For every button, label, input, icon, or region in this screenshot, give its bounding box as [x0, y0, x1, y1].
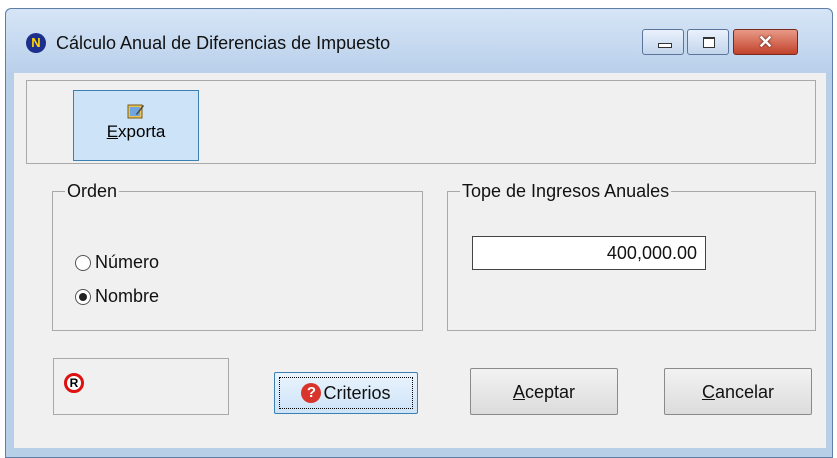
close-icon: ✕: [757, 32, 774, 52]
cancelar-label: Cancelar: [701, 382, 775, 402]
question-icon: ?: [301, 383, 322, 403]
radio-numero[interactable]: Número: [75, 252, 159, 273]
export-button[interactable]: Exporta: [73, 90, 199, 161]
orden-group: Orden Número Nombre: [52, 181, 423, 331]
radio-nombre-label: Nombre: [95, 286, 160, 306]
maximize-button[interactable]: [687, 29, 729, 55]
app-icon: N: [26, 33, 46, 53]
r-panel: R: [53, 358, 229, 415]
toolbar: Exporta: [26, 80, 816, 164]
radio-nombre[interactable]: Nombre: [75, 286, 159, 307]
cancelar-button[interactable]: Cancelar: [664, 368, 812, 415]
dialog-body: Exporta Orden Número Nombre Tope de Ingr…: [14, 73, 826, 448]
maximize-icon: [703, 37, 715, 48]
window-title: Cálculo Anual de Diferencias de Impuesto: [56, 33, 391, 53]
export-label: Exporta: [106, 122, 166, 141]
radio-numero-label: Número: [95, 252, 160, 272]
close-button[interactable]: ✕: [733, 29, 798, 55]
minimize-icon: [658, 43, 672, 48]
dialog-window: N Cálculo Anual de Diferencias de Impues…: [5, 8, 833, 458]
tope-ingresos-input[interactable]: [472, 236, 706, 270]
orden-legend: Orden: [67, 181, 118, 201]
tope-legend: Tope de Ingresos Anuales: [462, 181, 670, 201]
aceptar-label: Aceptar: [512, 382, 576, 402]
export-icon: [127, 104, 144, 119]
minimize-button[interactable]: [642, 29, 684, 55]
radio-numero-circle[interactable]: [75, 254, 91, 271]
tope-group: Tope de Ingresos Anuales: [447, 181, 816, 331]
title-bar[interactable]: N Cálculo Anual de Diferencias de Impues…: [6, 9, 832, 73]
radio-nombre-circle[interactable]: [75, 288, 91, 305]
aceptar-button[interactable]: Aceptar: [470, 368, 618, 415]
registered-icon[interactable]: R: [64, 373, 84, 393]
criterios-label: Criterios: [323, 382, 391, 403]
criterios-button[interactable]: ? Criterios: [274, 372, 418, 414]
